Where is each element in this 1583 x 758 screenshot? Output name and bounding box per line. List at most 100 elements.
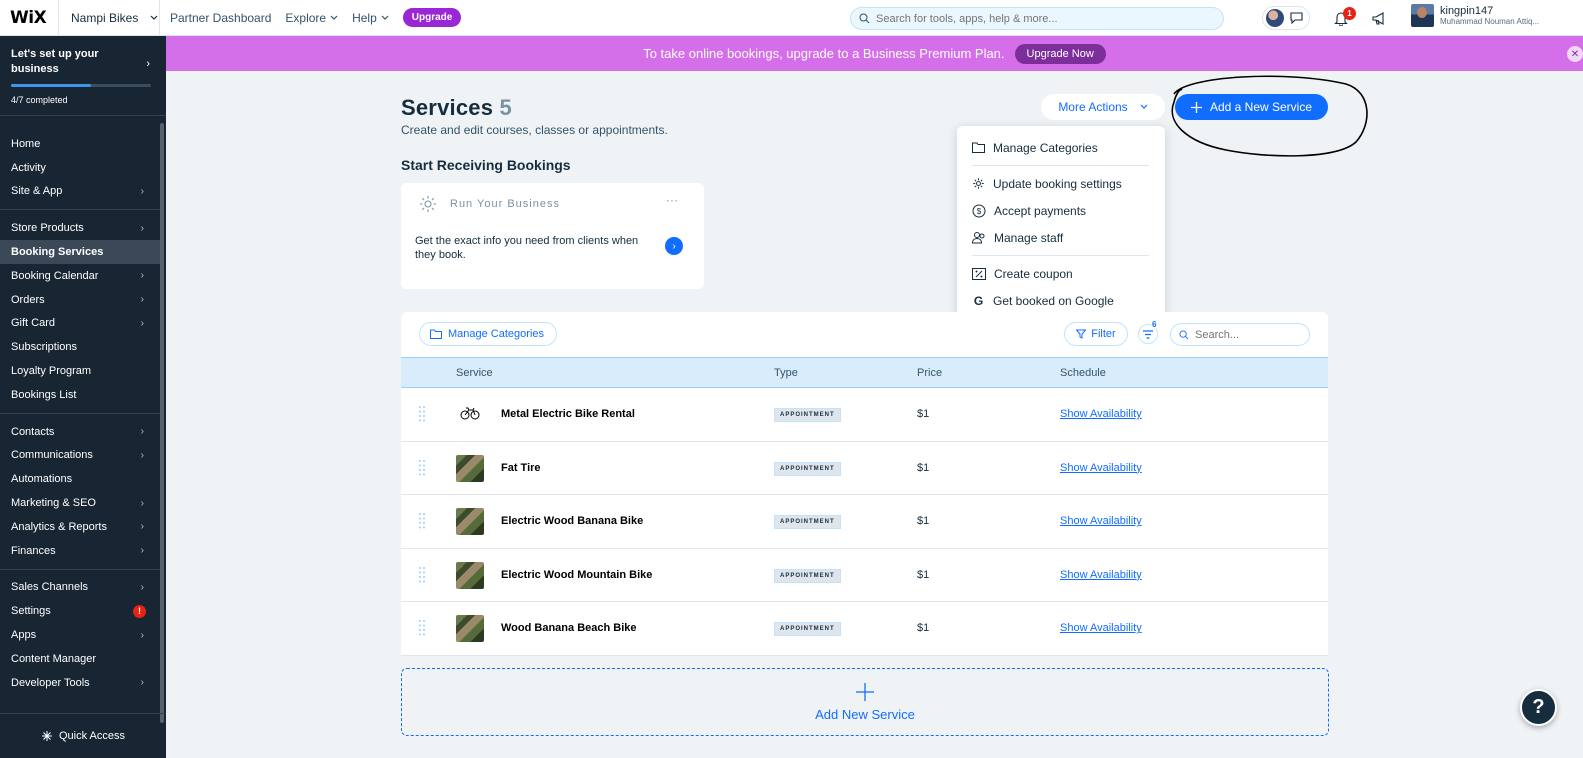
show-availability-link[interactable]: Show Availability [1060, 622, 1142, 634]
filter-icon [1076, 329, 1087, 339]
table-row[interactable]: Electric Wood Mountain Bike APPOINTMENT $1… [401, 549, 1328, 603]
sidebar-item-loyalty-program[interactable]: Loyalty Program [0, 359, 160, 383]
nav-partner-dashboard[interactable]: Partner Dashboard [170, 11, 271, 25]
top-search-input[interactable] [876, 12, 1206, 25]
sidebar-item-marketing-seo[interactable]: Marketing & SEO › [0, 491, 160, 515]
quick-access-button[interactable]: Quick Access [0, 713, 166, 758]
notifications-button[interactable]: 1 [1334, 6, 1356, 26]
show-availability-link[interactable]: Show Availability [1060, 408, 1142, 420]
sidebar-item-gift-card[interactable]: Gift Card › [0, 312, 160, 336]
sidebar-item-apps[interactable]: Apps › [0, 623, 160, 647]
site-switcher[interactable]: Nampi Bikes [58, 0, 160, 36]
close-icon[interactable]: ✕ [1567, 46, 1583, 62]
sidebar-item-home[interactable]: Home [0, 132, 160, 156]
staff-icon [972, 231, 986, 244]
column-header-schedule[interactable]: Schedule [1060, 367, 1106, 379]
drag-handle-icon[interactable] [419, 513, 425, 529]
sidebar-item-automations[interactable]: Automations [0, 467, 160, 491]
sidebar-item-subscriptions[interactable]: Subscriptions [0, 335, 160, 359]
more-actions-button[interactable]: More Actions [1041, 94, 1165, 120]
sidebar-item-booking-calendar[interactable]: Booking Calendar › [0, 264, 160, 288]
drag-handle-icon[interactable] [419, 620, 425, 636]
menu-item-create-coupon[interactable]: Create coupon [957, 260, 1165, 287]
add-new-service-placeholder[interactable]: Add New Service [401, 668, 1329, 736]
arrow-right-icon[interactable]: › [665, 237, 683, 255]
user-menu[interactable]: kingpin147 Muhammad Nouman Attiq... [1411, 4, 1539, 27]
setup-progress-card[interactable]: Let's set up your business › 4/7 complet… [0, 36, 166, 116]
nav-help[interactable]: Help [352, 11, 389, 25]
menu-item-update-booking-settings[interactable]: Update booking settings [957, 170, 1165, 197]
drag-handle-icon[interactable] [419, 459, 425, 476]
site-name: Nampi Bikes [71, 10, 139, 25]
page-title-text: Services [401, 95, 494, 120]
sidebar-item-contacts[interactable]: Contacts › [0, 420, 160, 444]
folder-icon [972, 142, 985, 153]
column-header-price[interactable]: Price [917, 367, 942, 379]
upgrade-button[interactable]: Upgrade [402, 8, 462, 27]
price: $1 [917, 622, 930, 635]
sidebar-item-sales-channels[interactable]: Sales Channels › [0, 576, 160, 600]
menu-item-label: Get booked on Google [993, 293, 1114, 308]
wix-logo[interactable]: WiX [0, 8, 58, 28]
sidebar-item-communications[interactable]: Communications › [0, 444, 160, 468]
sidebar-item-settings[interactable]: Settings! [0, 599, 160, 623]
sidebar-item-label: Contacts [11, 425, 55, 438]
manage-categories-button[interactable]: Manage Categories [419, 322, 558, 346]
table-search-box[interactable] [1170, 323, 1310, 346]
column-header-service[interactable]: Service [456, 367, 493, 379]
sidebar-item-activity[interactable]: Activity [0, 156, 160, 180]
chevron-right-icon: › [140, 185, 144, 197]
table-row[interactable]: Fat Tire APPOINTMENT $1 Show Availability [401, 442, 1328, 496]
sidebar-item-label: Sales Channels [11, 581, 89, 594]
table-row[interactable]: Metal Electric Bike Rental APPOINTMENT $1 S… [401, 388, 1328, 442]
show-availability-link[interactable]: Show Availability [1060, 569, 1142, 581]
gear-icon [972, 177, 985, 190]
show-availability-link[interactable]: Show Availability [1060, 462, 1142, 474]
drag-handle-icon[interactable] [419, 566, 425, 583]
sidebar-item-orders[interactable]: Orders › [0, 288, 160, 312]
drag-handle-icon[interactable] [419, 406, 425, 422]
sidebar-scrollbar[interactable] [160, 123, 164, 723]
nav-explore[interactable]: Explore [285, 11, 338, 25]
inbox-button[interactable] [1262, 6, 1310, 30]
run-business-card[interactable]: Run Your Business ··· Get the exact info… [401, 183, 704, 289]
menu-item-manage-categories[interactable]: Manage Categories [957, 134, 1165, 161]
top-search-box[interactable] [850, 7, 1224, 30]
menu-divider [972, 255, 1149, 256]
setup-count: 4/7 completed [11, 95, 68, 105]
sidebar-item-label: Automations [11, 473, 73, 486]
help-button[interactable]: ? [1520, 689, 1557, 726]
sidebar-item-finances[interactable]: Finances › [0, 539, 160, 563]
sidebar-item-booking-services[interactable]: Booking Services [0, 240, 160, 264]
table-row[interactable]: Electric Wood Banana Bike APPOINTMENT $1 Sh… [401, 495, 1328, 549]
sidebar-item-label: Gift Card [11, 317, 56, 330]
menu-item-manage-staff[interactable]: Manage staff [957, 224, 1165, 251]
column-header-type[interactable]: Type [774, 367, 798, 379]
sidebar-item-store-products[interactable]: Store Products › [0, 216, 160, 240]
type-badge: APPOINTMENT [774, 515, 841, 530]
service-count: 5 [499, 95, 512, 120]
menu-item-accept-payments[interactable]: $ Accept payments [957, 197, 1165, 224]
menu-item-label: Update booking settings [993, 176, 1122, 191]
table-search-input[interactable] [1195, 328, 1305, 341]
manage-categories-label: Manage Categories [448, 328, 545, 340]
table-row[interactable]: Wood Banana Beach Bike APPOINTMENT $1 Show … [401, 602, 1328, 656]
add-new-service-button[interactable]: Add a New Service [1175, 94, 1328, 120]
sidebar-item-analytics-reports[interactable]: Analytics & Reports › [0, 515, 160, 539]
chevron-right-icon: › [140, 317, 144, 329]
sidebar-item-label: Analytics & Reports [11, 520, 107, 533]
sidebar-item-label: Booking Services [11, 246, 104, 259]
sidebar-item-bookings-list[interactable]: Bookings List [0, 383, 160, 407]
show-availability-link[interactable]: Show Availability [1060, 515, 1142, 527]
sidebar-item-site-app[interactable]: Site & App › [0, 180, 160, 204]
megaphone-icon[interactable] [1372, 11, 1387, 25]
sidebar-item-content-manager[interactable]: Content Manager [0, 647, 160, 671]
menu-item-get-booked-on-google[interactable]: G Get booked on Google [957, 287, 1165, 314]
sidebar-item-developer-tools[interactable]: Developer Tools › [0, 671, 160, 695]
upgrade-now-button[interactable]: Upgrade Now [1014, 43, 1106, 64]
type-badge: APPOINTMENT [774, 568, 841, 583]
filter-button[interactable]: Filter [1064, 322, 1128, 346]
price: $1 [917, 568, 930, 581]
table-toolbar: Manage Categories Filter 6 [401, 312, 1328, 357]
more-options-icon[interactable]: ··· [666, 193, 678, 207]
